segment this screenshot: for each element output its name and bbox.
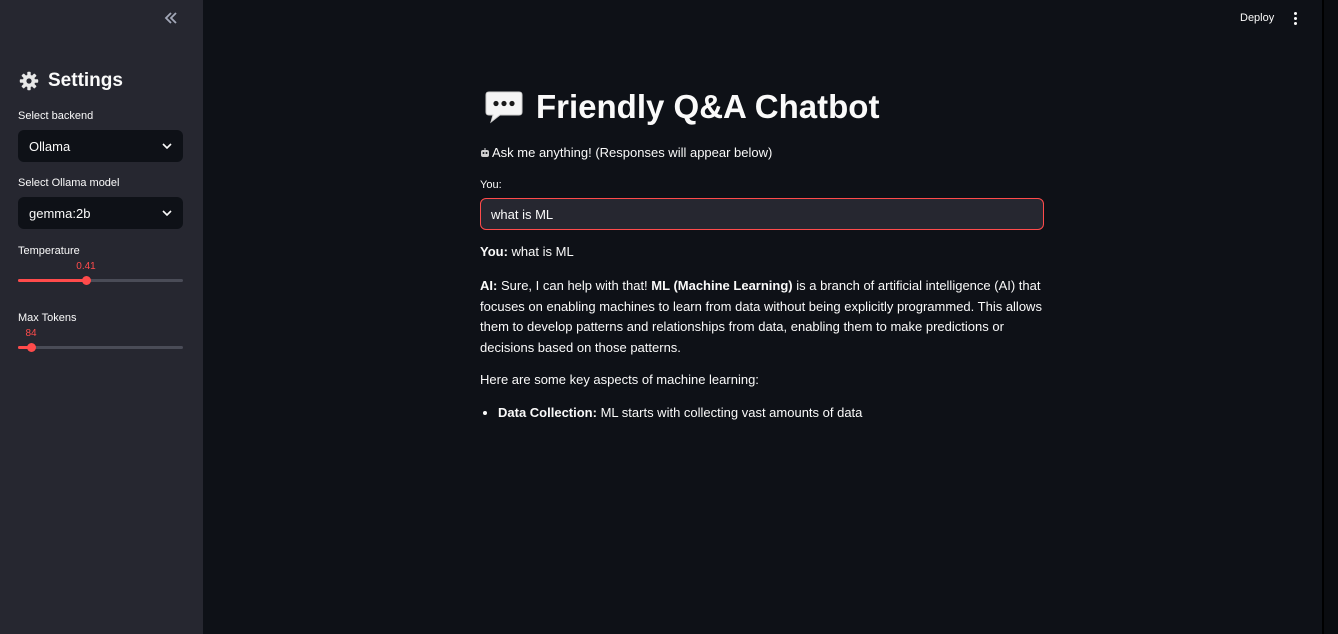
subtitle: Ask me anything! (Responses will appear …: [480, 145, 772, 160]
user-speaker: You:: [480, 244, 508, 259]
list-item: Data Collection: ML starts with collecti…: [498, 403, 862, 423]
sidebar-title-text: Settings: [48, 70, 123, 91]
chevron-down-icon: [162, 143, 172, 149]
slider-thumb[interactable]: [27, 343, 36, 352]
max-tokens-value: 84: [25, 328, 37, 339]
temperature-value: 0.41: [76, 261, 96, 272]
right-edge: [1322, 0, 1338, 634]
chevron-down-icon: [162, 210, 172, 216]
ai-message: AI: Sure, I can help with that! ML (Mach…: [480, 276, 1044, 358]
collapse-sidebar-button[interactable]: [161, 8, 181, 28]
vertical-dots-icon-dot: [1293, 16, 1297, 20]
model-label: Select Ollama model: [18, 177, 120, 189]
chat-input[interactable]: [480, 198, 1044, 230]
backend-select-value: Ollama: [29, 138, 71, 154]
subtitle-text: Ask me anything! (Responses will appear …: [492, 145, 773, 160]
page-title-text: Friendly Q&A Chatbot: [536, 88, 880, 125]
sidebar: Settings Select backend Ollama Select Ol…: [0, 0, 203, 634]
backend-select[interactable]: Ollama: [18, 130, 183, 162]
temperature-label: Temperature: [18, 245, 80, 257]
vertical-dots-icon-dot: [1293, 21, 1297, 25]
chat-input-label: You:: [480, 179, 502, 191]
model-select[interactable]: gemma:2b: [18, 197, 183, 229]
max-tokens-label: Max Tokens: [18, 312, 77, 324]
max-tokens-slider[interactable]: [18, 340, 183, 354]
slider-fill: [18, 279, 86, 282]
gear-icon: [19, 71, 39, 91]
scrollbar[interactable]: [1322, 0, 1324, 634]
robot-icon: [481, 147, 489, 157]
slider-track: [18, 346, 183, 349]
user-message-text: what is ML: [511, 244, 574, 259]
temperature-slider[interactable]: [18, 273, 183, 287]
aspects-intro: Here are some key aspects of machine lea…: [480, 372, 759, 387]
ai-message-text-1: Sure, I can help with that!: [500, 278, 648, 293]
sidebar-title: Settings: [19, 70, 123, 92]
aspect-term: Data Collection:: [498, 405, 597, 420]
slider-thumb[interactable]: [82, 276, 91, 285]
ai-bold-term: ML (Machine Learning): [651, 278, 793, 293]
user-message: You: what is ML: [480, 242, 1044, 263]
aspect-text: ML starts with collecting vast amounts o…: [600, 405, 863, 420]
aspects-list: Data Collection: ML starts with collecti…: [480, 403, 862, 423]
main-menu-button[interactable]: [1289, 10, 1301, 26]
backend-label: Select backend: [18, 110, 94, 122]
double-chevron-left-icon: [164, 12, 177, 24]
deploy-button[interactable]: Deploy: [1234, 10, 1280, 26]
ai-speaker: AI:: [480, 278, 498, 293]
app: Settings Select backend Ollama Select Ol…: [0, 0, 1338, 634]
vertical-dots-icon: [1293, 11, 1297, 15]
model-select-value: gemma:2b: [29, 205, 91, 221]
page-title: Friendly Q&A Chatbot: [484, 88, 879, 126]
speech-balloon-icon: [485, 91, 523, 124]
